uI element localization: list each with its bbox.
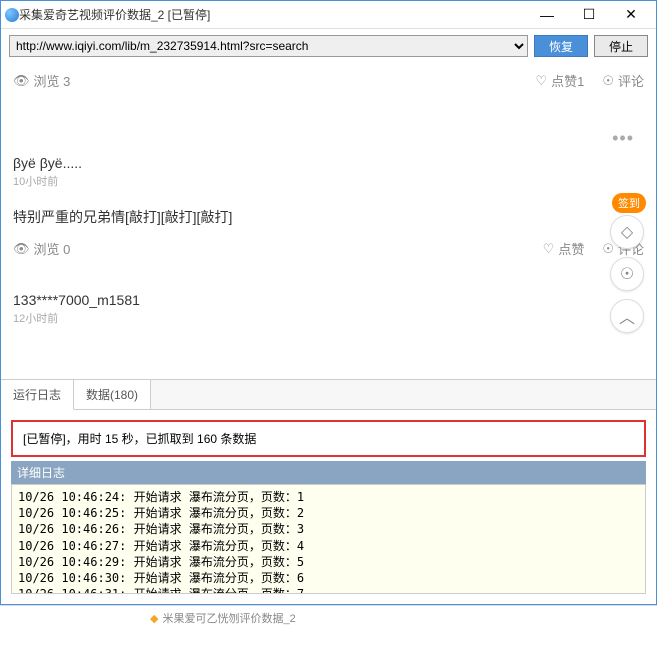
url-input[interactable]: http://www.iqiyi.com/lib/m_232735914.htm… <box>9 35 528 57</box>
eye-icon: 👁 <box>13 73 30 89</box>
comment-item: 特别严重的兄弟情[敲打][敲打][敲打] <box>1 201 656 231</box>
chevron-up-icon: ︿ <box>619 304 635 328</box>
more-icon[interactable]: ••• <box>612 128 644 149</box>
scroll-top-button[interactable]: ︿ <box>610 299 644 333</box>
app-icon <box>5 8 19 22</box>
titlebar: 采集爱奇艺视频评价数据_2 [已暂停] — ☐ ✕ <box>1 1 656 29</box>
view-count: 👁 浏览 0 <box>13 239 70 258</box>
username: 133****7000_m1581 <box>13 292 644 308</box>
footer-fragment: ◆ 米果爱可乙恍刎评价数据_2 <box>0 605 657 626</box>
like-button[interactable]: ♡ 点赞 <box>543 239 585 258</box>
app-window: 采集爱奇艺视频评价数据_2 [已暂停] — ☐ ✕ http://www.iqi… <box>0 0 657 605</box>
toolbar: http://www.iqiyi.com/lib/m_232735914.htm… <box>1 29 656 63</box>
diamond-icon: ◆ <box>150 612 158 625</box>
content-area: 👁 浏览 3 ♡ 点赞1 ☉ 评论 ••• βyё βyё..... 10小时前… <box>1 63 656 379</box>
view-count: 👁 浏览 3 <box>13 71 70 90</box>
minimize-button[interactable]: — <box>526 1 568 29</box>
user-time: 12小时前 <box>13 310 644 326</box>
status-panel: [已暂停]，用时 15 秒，已抓取到 160 条数据 详细日志 10/26 10… <box>1 410 656 604</box>
resume-button[interactable]: 恢复 <box>534 35 588 57</box>
chat-icon: ☉ <box>620 264 634 284</box>
user-item: 133****7000_m1581 12小时前 <box>1 286 656 328</box>
heart-icon: ♡ <box>535 73 547 89</box>
comment-button[interactable]: ☉ 评论 <box>602 71 644 90</box>
stop-button[interactable]: 停止 <box>594 35 648 57</box>
tabs: 运行日志 数据(180) <box>1 379 656 410</box>
heart-icon: ♡ <box>543 241 555 257</box>
window-title: 采集爱奇艺视频评价数据_2 [已暂停] <box>19 6 526 23</box>
comment-item: βyё βyё..... 10小时前 <box>1 149 656 191</box>
like-button[interactable]: ♡ 点赞1 <box>535 71 584 90</box>
tag-circle-button[interactable]: ◇ <box>610 215 644 249</box>
comment-icon: ☉ <box>602 73 614 89</box>
comment-text: βyё βyё..... <box>13 155 644 171</box>
comment-time: 10小时前 <box>13 173 644 189</box>
chat-circle-button[interactable]: ☉ <box>610 257 644 291</box>
status-message: [已暂停]，用时 15 秒，已抓取到 160 条数据 <box>11 420 646 457</box>
detail-log-header: 详细日志 <box>11 461 646 484</box>
checkin-badge[interactable]: 签到 <box>612 193 646 213</box>
tag-icon: ◇ <box>621 222 633 242</box>
comment-icon: ☉ <box>602 241 614 257</box>
maximize-button[interactable]: ☐ <box>568 1 610 29</box>
eye-icon: 👁 <box>13 241 30 257</box>
tab-log[interactable]: 运行日志 <box>1 380 74 410</box>
tab-data[interactable]: 数据(180) <box>74 380 151 409</box>
comment-text: 特别严重的兄弟情[敲打][敲打][敲打] <box>13 207 644 227</box>
log-output[interactable]: 10/26 10:46:24: 开始请求 瀑布流分页，页数：1 10/26 10… <box>11 484 646 594</box>
close-button[interactable]: ✕ <box>610 1 652 29</box>
